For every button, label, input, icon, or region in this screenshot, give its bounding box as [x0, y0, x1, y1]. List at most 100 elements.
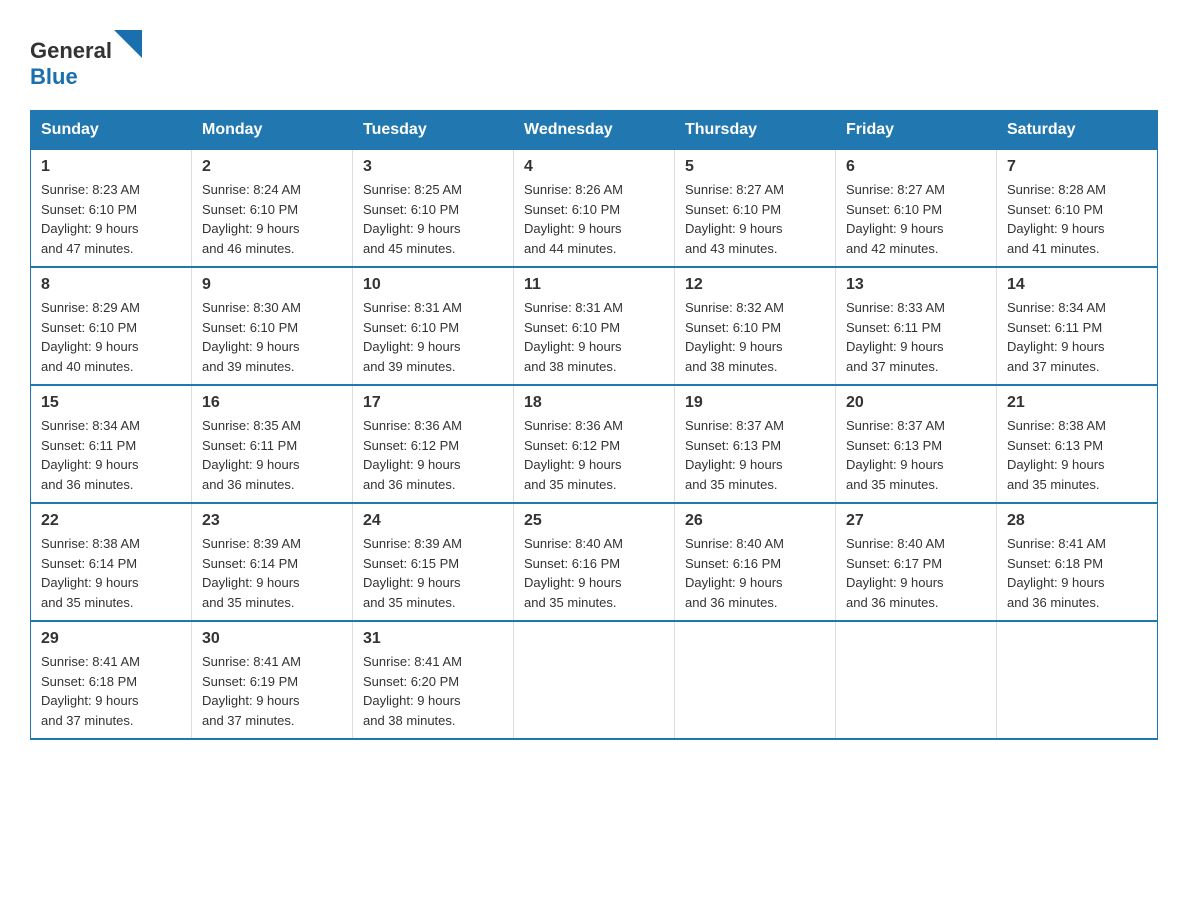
- day-number: 1: [41, 158, 181, 176]
- calendar-cell: [675, 621, 836, 739]
- logo-text: GeneralBlue: [30, 30, 144, 90]
- week-row-5: 29 Sunrise: 8:41 AMSunset: 6:18 PMDayligh…: [31, 621, 1158, 739]
- day-number: 14: [1007, 276, 1147, 294]
- calendar-table: SundayMondayTuesdayWednesdayThursdayFrid…: [30, 110, 1158, 740]
- day-info: Sunrise: 8:34 AMSunset: 6:11 PMDaylight:…: [41, 416, 181, 494]
- day-info: Sunrise: 8:37 AMSunset: 6:13 PMDaylight:…: [685, 416, 825, 494]
- day-info: Sunrise: 8:35 AMSunset: 6:11 PMDaylight:…: [202, 416, 342, 494]
- day-number: 29: [41, 630, 181, 648]
- day-info: Sunrise: 8:40 AMSunset: 6:16 PMDaylight:…: [685, 534, 825, 612]
- day-number: 15: [41, 394, 181, 412]
- day-info: Sunrise: 8:38 AMSunset: 6:14 PMDaylight:…: [41, 534, 181, 612]
- day-number: 8: [41, 276, 181, 294]
- day-info: Sunrise: 8:27 AMSunset: 6:10 PMDaylight:…: [846, 180, 986, 258]
- day-number: 24: [363, 512, 503, 530]
- calendar-cell: 24 Sunrise: 8:39 AMSunset: 6:15 PMDayligh…: [353, 503, 514, 621]
- day-info: Sunrise: 8:41 AMSunset: 6:19 PMDaylight:…: [202, 652, 342, 730]
- day-number: 18: [524, 394, 664, 412]
- day-info: Sunrise: 8:33 AMSunset: 6:11 PMDaylight:…: [846, 298, 986, 376]
- day-number: 2: [202, 158, 342, 176]
- calendar-cell: [997, 621, 1158, 739]
- calendar-cell: 8 Sunrise: 8:29 AMSunset: 6:10 PMDaylight…: [31, 267, 192, 385]
- day-number: 22: [41, 512, 181, 530]
- day-number: 23: [202, 512, 342, 530]
- day-info: Sunrise: 8:36 AMSunset: 6:12 PMDaylight:…: [524, 416, 664, 494]
- day-number: 11: [524, 276, 664, 294]
- day-number: 21: [1007, 394, 1147, 412]
- day-info: Sunrise: 8:31 AMSunset: 6:10 PMDaylight:…: [363, 298, 503, 376]
- calendar-cell: 28 Sunrise: 8:41 AMSunset: 6:18 PMDayligh…: [997, 503, 1158, 621]
- day-info: Sunrise: 8:28 AMSunset: 6:10 PMDaylight:…: [1007, 180, 1147, 258]
- day-number: 30: [202, 630, 342, 648]
- calendar-cell: 1 Sunrise: 8:23 AMSunset: 6:10 PMDaylight…: [31, 150, 192, 268]
- day-number: 9: [202, 276, 342, 294]
- calendar-cell: 19 Sunrise: 8:37 AMSunset: 6:13 PMDayligh…: [675, 385, 836, 503]
- day-number: 4: [524, 158, 664, 176]
- day-info: Sunrise: 8:24 AMSunset: 6:10 PMDaylight:…: [202, 180, 342, 258]
- day-info: Sunrise: 8:25 AMSunset: 6:10 PMDaylight:…: [363, 180, 503, 258]
- calendar-cell: 9Sunrise: 8:30 AMSunset: 6:10 PMDaylight…: [192, 267, 353, 385]
- day-info: Sunrise: 8:41 AMSunset: 6:18 PMDaylight:…: [1007, 534, 1147, 612]
- day-number: 20: [846, 394, 986, 412]
- day-info: Sunrise: 8:40 AMSunset: 6:17 PMDaylight:…: [846, 534, 986, 612]
- calendar-cell: 30 Sunrise: 8:41 AMSunset: 6:19 PMDayligh…: [192, 621, 353, 739]
- day-info: Sunrise: 8:32 AMSunset: 6:10 PMDaylight:…: [685, 298, 825, 376]
- day-info: Sunrise: 8:41 AMSunset: 6:18 PMDaylight:…: [41, 652, 181, 730]
- day-info: Sunrise: 8:34 AMSunset: 6:11 PMDaylight:…: [1007, 298, 1147, 376]
- day-info: Sunrise: 8:31 AMSunset: 6:10 PMDaylight:…: [524, 298, 664, 376]
- day-number: 7: [1007, 158, 1147, 176]
- logo-blue-text: Blue: [30, 64, 78, 89]
- calendar-cell: 26 Sunrise: 8:40 AMSunset: 6:16 PMDayligh…: [675, 503, 836, 621]
- day-info: Sunrise: 8:36 AMSunset: 6:12 PMDaylight:…: [363, 416, 503, 494]
- calendar-cell: 15 Sunrise: 8:34 AMSunset: 6:11 PMDayligh…: [31, 385, 192, 503]
- day-info: Sunrise: 8:39 AMSunset: 6:15 PMDaylight:…: [363, 534, 503, 612]
- day-number: 28: [1007, 512, 1147, 530]
- day-info: Sunrise: 8:27 AMSunset: 6:10 PMDaylight:…: [685, 180, 825, 258]
- day-number: 5: [685, 158, 825, 176]
- day-number: 12: [685, 276, 825, 294]
- day-number: 25: [524, 512, 664, 530]
- column-header-sunday: Sunday: [31, 111, 192, 150]
- calendar-cell: [836, 621, 997, 739]
- calendar-cell: 17 Sunrise: 8:36 AMSunset: 6:12 PMDayligh…: [353, 385, 514, 503]
- calendar-cell: 7 Sunrise: 8:28 AMSunset: 6:10 PMDaylight…: [997, 150, 1158, 268]
- column-header-saturday: Saturday: [997, 111, 1158, 150]
- day-info: Sunrise: 8:23 AMSunset: 6:10 PMDaylight:…: [41, 180, 181, 258]
- calendar-cell: 18 Sunrise: 8:36 AMSunset: 6:12 PMDayligh…: [514, 385, 675, 503]
- day-number: 26: [685, 512, 825, 530]
- logo-triangle-icon: [114, 30, 142, 58]
- day-number: 19: [685, 394, 825, 412]
- day-number: 6: [846, 158, 986, 176]
- column-header-monday: Monday: [192, 111, 353, 150]
- calendar-cell: 23Sunrise: 8:39 AMSunset: 6:14 PMDayligh…: [192, 503, 353, 621]
- column-header-wednesday: Wednesday: [514, 111, 675, 150]
- calendar-cell: 21Sunrise: 8:38 AMSunset: 6:13 PMDayligh…: [997, 385, 1158, 503]
- calendar-cell: 31Sunrise: 8:41 AMSunset: 6:20 PMDayligh…: [353, 621, 514, 739]
- calendar-cell: 13Sunrise: 8:33 AMSunset: 6:11 PMDayligh…: [836, 267, 997, 385]
- day-number: 17: [363, 394, 503, 412]
- day-info: Sunrise: 8:37 AMSunset: 6:13 PMDaylight:…: [846, 416, 986, 494]
- column-header-friday: Friday: [836, 111, 997, 150]
- calendar-cell: 4 Sunrise: 8:26 AMSunset: 6:10 PMDaylight…: [514, 150, 675, 268]
- day-number: 3: [363, 158, 503, 176]
- calendar-cell: 20 Sunrise: 8:37 AMSunset: 6:13 PMDayligh…: [836, 385, 997, 503]
- day-number: 16: [202, 394, 342, 412]
- calendar-cell: 10 Sunrise: 8:31 AMSunset: 6:10 PMDayligh…: [353, 267, 514, 385]
- column-headers: SundayMondayTuesdayWednesdayThursdayFrid…: [31, 111, 1158, 150]
- calendar-cell: 5 Sunrise: 8:27 AMSunset: 6:10 PMDaylight…: [675, 150, 836, 268]
- calendar-cell: 3 Sunrise: 8:25 AMSunset: 6:10 PMDaylight…: [353, 150, 514, 268]
- calendar-cell: 14 Sunrise: 8:34 AMSunset: 6:11 PMDayligh…: [997, 267, 1158, 385]
- logo: GeneralBlue: [30, 30, 144, 90]
- calendar-cell: 12 Sunrise: 8:32 AMSunset: 6:10 PMDayligh…: [675, 267, 836, 385]
- calendar-cell: 2 Sunrise: 8:24 AMSunset: 6:10 PMDaylight…: [192, 150, 353, 268]
- day-info: Sunrise: 8:40 AMSunset: 6:16 PMDaylight:…: [524, 534, 664, 612]
- day-info: Sunrise: 8:26 AMSunset: 6:10 PMDaylight:…: [524, 180, 664, 258]
- calendar-cell: 11 Sunrise: 8:31 AMSunset: 6:10 PMDayligh…: [514, 267, 675, 385]
- calendar-cell: [514, 621, 675, 739]
- day-info: Sunrise: 8:29 AMSunset: 6:10 PMDaylight:…: [41, 298, 181, 376]
- day-number: 27: [846, 512, 986, 530]
- calendar-cell: 6 Sunrise: 8:27 AMSunset: 6:10 PMDaylight…: [836, 150, 997, 268]
- calendar-cell: 29 Sunrise: 8:41 AMSunset: 6:18 PMDayligh…: [31, 621, 192, 739]
- day-number: 10: [363, 276, 503, 294]
- week-row-4: 22 Sunrise: 8:38 AMSunset: 6:14 PMDayligh…: [31, 503, 1158, 621]
